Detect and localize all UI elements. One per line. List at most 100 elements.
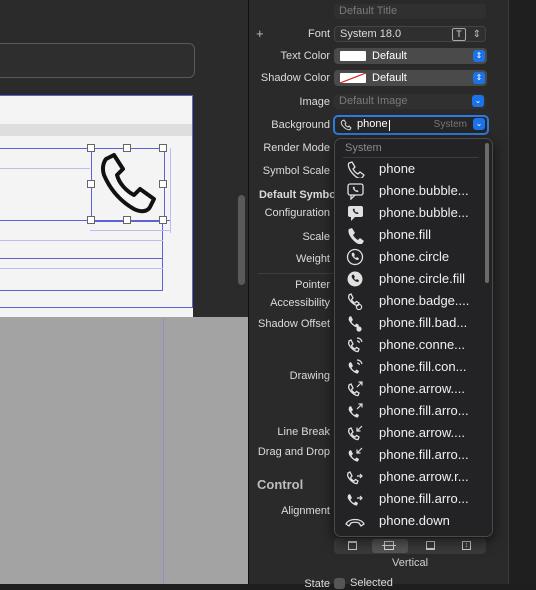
alignment-label: Alignment	[281, 505, 330, 517]
align-center-icon[interactable]	[372, 539, 408, 553]
guide-line	[0, 290, 163, 291]
guide-line	[192, 95, 193, 308]
menu-item[interactable]: phone.fill.bad...	[335, 312, 485, 334]
menu-item[interactable]: phone	[335, 158, 485, 180]
menu-item[interactable]: phone.arrow.r...	[335, 466, 485, 488]
phone-circle-icon	[345, 248, 365, 266]
phone-fill-arrow-down-icon	[345, 446, 365, 464]
menu-item-label: phone.bubble...	[379, 183, 469, 198]
menu-item[interactable]: phone.fill	[335, 224, 485, 246]
menu-item-label: phone.arrow....	[379, 425, 465, 440]
font-field[interactable]: System 18.0 T ⇕	[334, 26, 486, 42]
resize-handle[interactable]	[159, 144, 167, 152]
image-label: Image	[299, 96, 330, 108]
shadow-offset-label: Shadow Offset	[258, 318, 330, 330]
resize-handle[interactable]	[123, 144, 131, 152]
background-hint: System	[433, 119, 467, 130]
resize-handle[interactable]	[87, 144, 95, 152]
vertical-label: Vertical	[392, 557, 429, 569]
shadow-color-value: Default	[372, 72, 407, 84]
background-combo[interactable]: phone System ⌄	[333, 115, 489, 135]
menu-item[interactable]: phone.circle.fill	[335, 268, 485, 290]
phone-arrow-right-icon	[345, 468, 365, 486]
menu-item-label: phone.fill.arro...	[379, 491, 469, 506]
canvas-area	[0, 0, 248, 584]
menu-item[interactable]: phone.bubble...	[335, 180, 485, 202]
guide-line	[0, 95, 193, 96]
menu-item[interactable]: phone.arrow....	[335, 378, 485, 400]
phone-connection-icon	[345, 336, 365, 354]
image-placeholder: Default Image	[339, 95, 408, 107]
shadow-color-label: Shadow Color	[260, 72, 330, 84]
shadow-color-popup[interactable]: Default ⇕	[334, 70, 487, 86]
canvas-text-field[interactable]	[0, 43, 195, 78]
stepper-icon[interactable]: ⇕	[473, 27, 481, 42]
phone-bubble-icon	[345, 182, 365, 201]
resize-handle[interactable]	[87, 180, 95, 188]
font-label: Font	[307, 28, 330, 40]
menu-item[interactable]: phone.fill.arro...	[335, 400, 485, 422]
chevron-updown-icon: ⇕	[473, 50, 485, 62]
menu-section-header: System	[345, 142, 382, 154]
menu-item[interactable]: phone.fill.con...	[335, 356, 485, 378]
separator	[258, 273, 334, 274]
menu-scrollbar[interactable]	[485, 143, 489, 283]
resize-handle[interactable]	[159, 180, 167, 188]
vertical-alignment-control[interactable]: ↕	[334, 538, 486, 554]
align-top-icon[interactable]	[338, 540, 368, 552]
menu-item-label: phone.down	[379, 513, 450, 528]
phone-arrow-icon	[345, 380, 365, 398]
menu-item-label: phone.arrow.r...	[379, 469, 469, 484]
resize-handle[interactable]	[87, 216, 95, 224]
guide-line	[90, 230, 170, 231]
align-bottom-icon[interactable]	[416, 540, 446, 552]
guide-line	[0, 307, 193, 308]
text-cursor	[389, 120, 390, 131]
accessibility-label: Accessibility	[270, 297, 330, 309]
guide-line	[0, 258, 163, 259]
menu-item-label: phone.bubble...	[379, 205, 469, 220]
scale-label: Scale	[302, 231, 330, 243]
phone-fill-arrow-icon	[345, 402, 365, 420]
line-break-label: Line Break	[277, 426, 330, 438]
symbol-scale-label: Symbol Scale	[262, 165, 330, 177]
align-fill-icon[interactable]: ↕	[452, 540, 482, 552]
phone-bubble-fill-icon	[345, 204, 365, 222]
image-field[interactable]: Default Image ⌄	[334, 94, 486, 109]
title-field[interactable]: Default Title	[334, 4, 486, 19]
resize-handle[interactable]	[123, 216, 131, 224]
guide-line	[170, 148, 171, 233]
phone-badge-icon	[345, 292, 365, 311]
guide-line	[0, 168, 90, 169]
menu-item-label: phone.badge....	[379, 293, 470, 308]
menu-item[interactable]: phone.badge....	[335, 290, 485, 312]
state-label: State	[304, 578, 330, 590]
menu-item[interactable]: phone.fill.arro...	[335, 488, 485, 510]
drag-drop-label: Drag and Drop	[257, 446, 330, 458]
menu-item-label: phone.fill	[379, 227, 432, 242]
weight-label: Weight	[295, 253, 330, 265]
font-value: System 18.0	[340, 28, 402, 40]
menu-item[interactable]: phone.circle	[335, 246, 485, 268]
default-symbol-label: Default Symbo	[258, 189, 336, 201]
phone-fill-arrow-right-icon	[345, 490, 365, 508]
text-color-popup[interactable]: Default ⇕	[334, 48, 487, 64]
menu-item[interactable]: phone.bubble...	[335, 202, 485, 224]
background-value[interactable]: phone	[357, 118, 388, 130]
drawing-label: Drawing	[289, 370, 330, 382]
phone-icon	[345, 160, 365, 180]
menu-item[interactable]: phone.arrow....	[335, 422, 485, 444]
menu-item[interactable]: phone.fill.arro...	[335, 444, 485, 466]
symbol-dropdown-menu: System phone phone.bubble... phone.bubble.…	[334, 138, 493, 537]
resize-handle[interactable]	[159, 216, 167, 224]
canvas-scrollbar[interactable]	[238, 195, 245, 285]
control-heading: Control	[257, 477, 304, 492]
background-label: Background	[271, 119, 330, 131]
text-color-value: Default	[372, 50, 407, 62]
menu-item[interactable]: phone.conne...	[335, 334, 485, 356]
selected-label: Selected	[350, 577, 393, 589]
menu-item[interactable]: phone.down	[335, 510, 485, 532]
selected-button[interactable]	[91, 148, 165, 222]
font-picker-icon[interactable]: T	[452, 28, 466, 41]
add-variation-icon[interactable]: +	[256, 26, 264, 41]
